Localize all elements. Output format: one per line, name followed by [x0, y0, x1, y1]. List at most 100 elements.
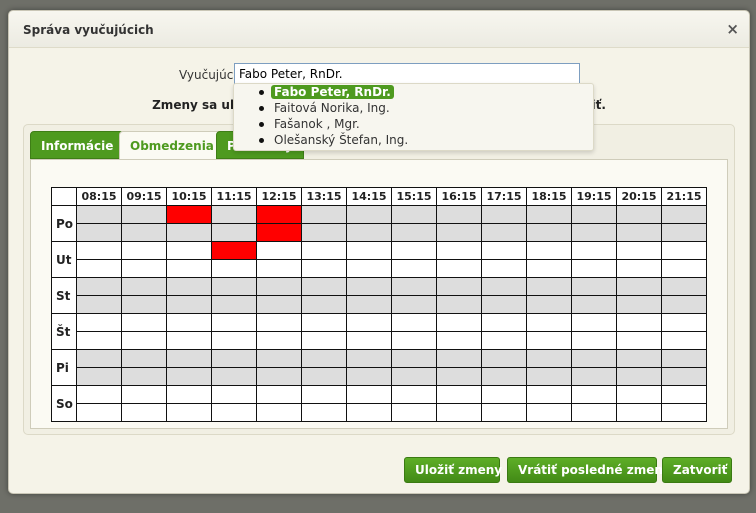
teacher-suggestion[interactable]: Fabo Peter, RnDr.	[256, 84, 593, 100]
schedule-cell[interactable]	[481, 349, 527, 368]
schedule-cell[interactable]	[301, 223, 347, 242]
schedule-cell[interactable]	[571, 349, 617, 368]
schedule-cell[interactable]	[481, 223, 527, 242]
schedule-cell[interactable]	[301, 385, 347, 404]
schedule-cell[interactable]	[481, 241, 527, 260]
schedule-cell[interactable]	[391, 241, 437, 260]
schedule-cell[interactable]	[121, 295, 167, 314]
schedule-cell[interactable]	[391, 349, 437, 368]
schedule-cell[interactable]	[616, 313, 662, 332]
schedule-cell[interactable]	[526, 295, 572, 314]
schedule-cell[interactable]	[301, 205, 347, 224]
schedule-cell[interactable]	[346, 277, 392, 296]
schedule-cell[interactable]	[661, 295, 707, 314]
schedule-cell[interactable]	[481, 331, 527, 350]
schedule-cell[interactable]	[211, 259, 257, 278]
schedule-cell[interactable]	[526, 241, 572, 260]
schedule-cell[interactable]	[616, 349, 662, 368]
schedule-cell[interactable]	[436, 403, 482, 422]
schedule-cell[interactable]	[166, 277, 212, 296]
schedule-cell[interactable]	[121, 223, 167, 242]
schedule-cell[interactable]	[391, 259, 437, 278]
schedule-cell[interactable]	[121, 313, 167, 332]
schedule-cell[interactable]	[211, 367, 257, 386]
schedule-cell[interactable]	[256, 241, 302, 260]
tab-obmedzenia[interactable]: Obmedzenia	[119, 131, 225, 161]
schedule-cell[interactable]	[166, 331, 212, 350]
schedule-cell[interactable]	[166, 259, 212, 278]
schedule-cell[interactable]	[76, 349, 122, 368]
schedule-cell[interactable]	[256, 313, 302, 332]
schedule-cell[interactable]	[166, 223, 212, 242]
schedule-cell[interactable]	[571, 331, 617, 350]
schedule-cell[interactable]	[256, 385, 302, 404]
schedule-cell[interactable]	[211, 241, 257, 260]
schedule-cell[interactable]	[391, 205, 437, 224]
schedule-cell[interactable]	[571, 259, 617, 278]
schedule-cell[interactable]	[436, 313, 482, 332]
schedule-cell[interactable]	[346, 403, 392, 422]
schedule-cell[interactable]	[346, 349, 392, 368]
schedule-cell[interactable]	[76, 259, 122, 278]
schedule-cell[interactable]	[256, 277, 302, 296]
schedule-cell[interactable]	[211, 349, 257, 368]
schedule-cell[interactable]	[301, 331, 347, 350]
teacher-suggestion[interactable]: Fašanok , Mgr.	[256, 116, 593, 132]
schedule-cell[interactable]	[166, 403, 212, 422]
schedule-cell[interactable]	[391, 403, 437, 422]
schedule-cell[interactable]	[121, 241, 167, 260]
schedule-cell[interactable]	[661, 331, 707, 350]
schedule-cell[interactable]	[121, 277, 167, 296]
schedule-cell[interactable]	[346, 205, 392, 224]
schedule-cell[interactable]	[121, 259, 167, 278]
schedule-cell[interactable]	[346, 223, 392, 242]
schedule-cell[interactable]	[481, 277, 527, 296]
schedule-cell[interactable]	[166, 241, 212, 260]
schedule-cell[interactable]	[616, 259, 662, 278]
schedule-cell[interactable]	[76, 313, 122, 332]
schedule-cell[interactable]	[436, 295, 482, 314]
schedule-cell[interactable]	[121, 349, 167, 368]
schedule-cell[interactable]	[526, 223, 572, 242]
schedule-cell[interactable]	[166, 385, 212, 404]
schedule-cell[interactable]	[121, 205, 167, 224]
schedule-cell[interactable]	[436, 205, 482, 224]
schedule-cell[interactable]	[256, 349, 302, 368]
schedule-cell[interactable]	[211, 223, 257, 242]
schedule-cell[interactable]	[661, 367, 707, 386]
schedule-cell[interactable]	[211, 313, 257, 332]
schedule-cell[interactable]	[571, 223, 617, 242]
schedule-cell[interactable]	[256, 223, 302, 242]
schedule-cell[interactable]	[301, 277, 347, 296]
schedule-cell[interactable]	[76, 331, 122, 350]
schedule-cell[interactable]	[211, 205, 257, 224]
schedule-cell[interactable]	[346, 385, 392, 404]
schedule-cell[interactable]	[391, 313, 437, 332]
schedule-cell[interactable]	[481, 295, 527, 314]
schedule-cell[interactable]	[166, 313, 212, 332]
schedule-cell[interactable]	[76, 223, 122, 242]
schedule-cell[interactable]	[256, 367, 302, 386]
schedule-cell[interactable]	[436, 223, 482, 242]
teacher-input[interactable]	[234, 63, 580, 85]
schedule-cell[interactable]	[526, 259, 572, 278]
schedule-cell[interactable]	[211, 295, 257, 314]
close-icon[interactable]: ×	[726, 20, 739, 38]
schedule-cell[interactable]	[616, 277, 662, 296]
schedule-cell[interactable]	[121, 403, 167, 422]
schedule-cell[interactable]	[616, 331, 662, 350]
schedule-cell[interactable]	[391, 331, 437, 350]
schedule-cell[interactable]	[571, 205, 617, 224]
schedule-cell[interactable]	[661, 277, 707, 296]
schedule-cell[interactable]	[346, 313, 392, 332]
schedule-cell[interactable]	[481, 259, 527, 278]
schedule-cell[interactable]	[616, 385, 662, 404]
schedule-cell[interactable]	[616, 241, 662, 260]
schedule-cell[interactable]	[256, 403, 302, 422]
schedule-cell[interactable]	[661, 205, 707, 224]
schedule-cell[interactable]	[616, 403, 662, 422]
teacher-suggestion[interactable]: Faitová Norika, Ing.	[256, 100, 593, 116]
schedule-cell[interactable]	[661, 313, 707, 332]
schedule-cell[interactable]	[211, 277, 257, 296]
schedule-cell[interactable]	[481, 385, 527, 404]
